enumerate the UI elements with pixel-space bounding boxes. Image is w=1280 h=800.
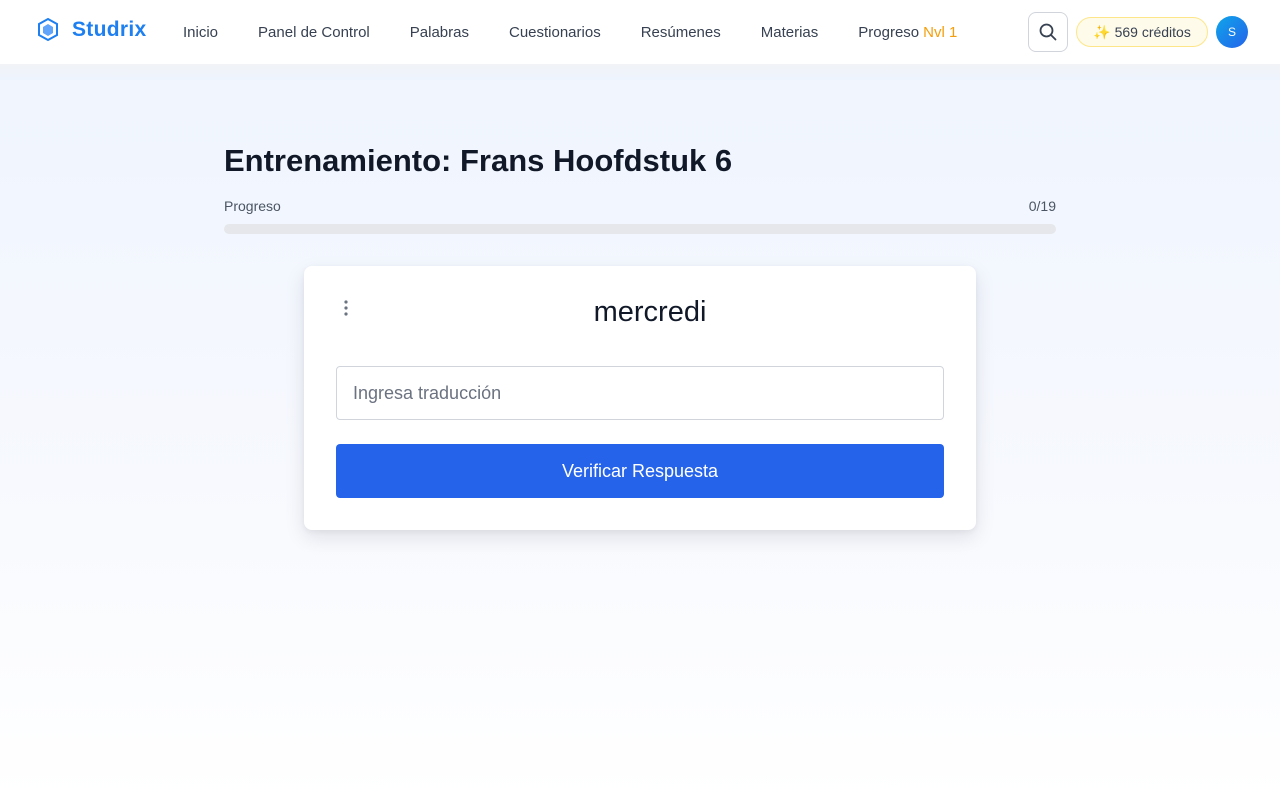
sparkle-icon: ✨: [1093, 23, 1111, 40]
level-badge: Nvl 1: [923, 23, 958, 41]
user-avatar[interactable]: S: [1216, 16, 1248, 48]
page-title: Entrenamiento: Frans Hoofdstuk 6: [224, 143, 733, 178]
progress-bar: [224, 224, 1056, 234]
nav-item-palabras[interactable]: Palabras: [410, 24, 469, 41]
nav-links: Inicio Panel de Control Palabras Cuestio…: [183, 0, 997, 64]
search-icon: [1039, 23, 1057, 41]
translation-input[interactable]: [336, 366, 944, 420]
progress-label: Progreso: [224, 198, 281, 214]
brand-name: Studrix: [72, 18, 147, 41]
credits-badge[interactable]: ✨ 569 créditos: [1076, 17, 1208, 47]
brand-logo[interactable]: Studrix: [36, 17, 146, 43]
credits-text: 569 créditos: [1114, 24, 1191, 40]
nav-item-panel-de-control[interactable]: Panel de Control: [258, 24, 370, 41]
flashcard: mercredi Verificar Respuesta: [304, 266, 976, 530]
search-button[interactable]: [1028, 12, 1068, 52]
vocabulary-word: mercredi: [593, 296, 707, 328]
nav-item-progreso[interactable]: Progreso Nvl 1: [858, 24, 957, 41]
nav-item-resumenes[interactable]: Resúmenes: [641, 24, 721, 41]
top-navbar: Studrix Inicio Panel de Control Palabras…: [0, 0, 1280, 64]
nav-item-cuestionarios[interactable]: Cuestionarios: [509, 24, 601, 41]
nav-item-inicio[interactable]: Inicio: [183, 24, 218, 41]
nav-item-materias[interactable]: Materias: [761, 24, 819, 41]
progress-count: 0/19: [1028, 198, 1056, 214]
hexagon-logo-icon: [38, 17, 58, 42]
verify-answer-button[interactable]: Verificar Respuesta: [336, 444, 944, 498]
nav-progreso-label: Progreso: [858, 23, 920, 41]
navbar-shadow: [0, 64, 1280, 80]
